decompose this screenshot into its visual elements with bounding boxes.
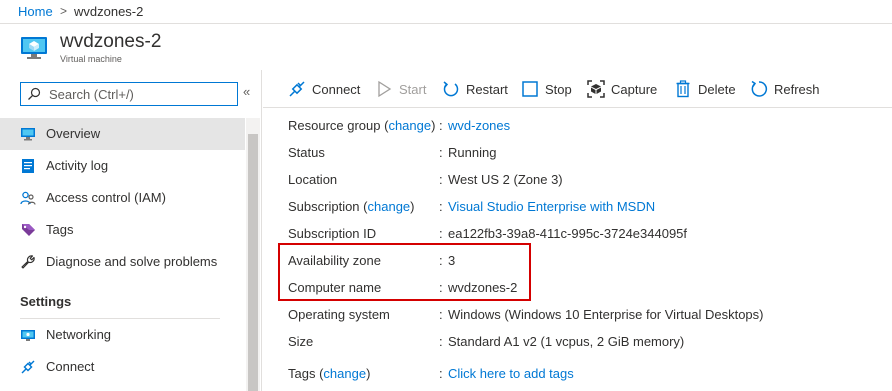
page-title: wvdzones-2 xyxy=(60,31,162,52)
breadcrumb: Home > wvdzones-2 xyxy=(0,0,892,24)
property-label: Operating system xyxy=(288,307,390,322)
sidebar-scrollbar[interactable] xyxy=(246,118,260,391)
sidebar-item-label: Diagnose and solve problems xyxy=(46,254,218,269)
toolbar-label: Start xyxy=(399,82,427,97)
property-row-subscription: Subscription (change) : Visual Studio En… xyxy=(288,199,878,219)
collapse-sidebar-button[interactable]: « xyxy=(243,84,250,99)
property-label: Resource group (change) xyxy=(288,118,436,133)
sidebar-search[interactable] xyxy=(20,82,238,106)
plug-icon xyxy=(21,360,35,374)
property-separator: : xyxy=(439,307,443,322)
sidebar-item-label: Activity log xyxy=(46,158,109,173)
breadcrumb-current: wvdzones-2 xyxy=(74,4,144,19)
property-separator: : xyxy=(439,199,443,214)
trash-icon xyxy=(676,80,690,98)
start-button[interactable]: Start xyxy=(375,80,435,100)
toolbar-label: Delete xyxy=(698,82,736,97)
monitor-icon xyxy=(21,128,35,141)
property-value: Standard A1 v2 (1 vcpus, 2 GiB memory) xyxy=(448,334,685,349)
toolbar-label: Stop xyxy=(545,82,572,97)
property-value: West US 2 (Zone 3) xyxy=(448,172,563,187)
people-icon xyxy=(20,191,36,205)
network-icon xyxy=(21,330,35,341)
change-resource-group-link[interactable]: change xyxy=(388,118,431,133)
property-value: ea122fb3-39a8-411c-995c-3724e344095f xyxy=(448,226,688,241)
activity-log-icon xyxy=(22,159,34,173)
resource-header: wvdzones-2 Virtual machine xyxy=(0,25,892,69)
property-row-size: Size : Standard A1 v2 (1 vcpus, 2 GiB me… xyxy=(288,334,878,354)
change-tags-link[interactable]: change xyxy=(323,366,366,381)
breadcrumb-home-link[interactable]: Home xyxy=(18,4,53,19)
property-row-location: Location : West US 2 (Zone 3) xyxy=(288,172,878,192)
restart-icon xyxy=(443,81,459,97)
plug-icon xyxy=(289,81,305,97)
property-value: Windows (Windows 10 Enterprise for Virtu… xyxy=(448,307,764,322)
property-label: Subscription ID xyxy=(288,226,377,241)
toolbar-label: Connect xyxy=(312,82,361,97)
property-label: Status xyxy=(288,145,325,160)
property-separator: : xyxy=(439,334,443,349)
wrench-icon xyxy=(21,255,35,269)
toolbar-label: Refresh xyxy=(774,82,820,97)
sidebar-item-label: Networking xyxy=(46,327,112,342)
property-row-resource-group: Resource group (change) : wvd-zones xyxy=(288,118,878,138)
property-row-operating-system: Operating system : Windows (Windows 10 E… xyxy=(288,307,878,327)
property-separator: : xyxy=(439,366,443,381)
subscription-link[interactable]: Visual Studio Enterprise with MSDN xyxy=(448,199,655,214)
capture-icon xyxy=(587,80,605,98)
sidebar-item-diagnose[interactable]: Diagnose and solve problems xyxy=(0,246,245,278)
stop-button[interactable]: Stop xyxy=(521,80,581,100)
property-separator: : xyxy=(439,226,443,241)
virtual-machine-icon xyxy=(21,37,47,59)
property-label: Tags (change) xyxy=(288,366,371,381)
add-tags-link[interactable]: Click here to add tags xyxy=(448,366,574,381)
toolbar-label: Capture xyxy=(611,82,658,97)
resource-group-link[interactable]: wvd-zones xyxy=(448,118,510,133)
property-separator: : xyxy=(439,118,443,133)
property-label: Subscription (change) xyxy=(288,199,415,214)
command-toolbar: Connect Start Restart Stop Capture Delet… xyxy=(263,70,892,108)
property-row-status: Status : Running xyxy=(288,145,878,165)
property-row-tags: Tags (change) : Click here to add tags xyxy=(288,366,878,386)
property-label: Size xyxy=(288,334,314,349)
breadcrumb-separator: > xyxy=(60,4,68,18)
change-subscription-link[interactable]: change xyxy=(368,199,411,214)
sidebar-item-label: Overview xyxy=(46,126,101,141)
page-subtitle: Virtual machine xyxy=(60,54,122,64)
property-separator: : xyxy=(439,145,443,160)
refresh-icon xyxy=(751,80,768,97)
sidebar-item-connect[interactable]: Connect xyxy=(0,351,245,383)
restart-button[interactable]: Restart xyxy=(442,80,522,100)
property-value: Running xyxy=(448,145,497,160)
sidebar-item-activity-log[interactable]: Activity log xyxy=(0,150,245,182)
sidebar-item-networking[interactable]: Networking xyxy=(0,319,245,351)
property-label: Location xyxy=(288,172,338,187)
tag-icon xyxy=(22,224,35,236)
sidebar-item-label: Access control (IAM) xyxy=(46,190,166,205)
sidebar: « Overview Activity log Access control (… xyxy=(0,70,262,391)
scrollbar-thumb[interactable] xyxy=(248,134,258,391)
property-separator: : xyxy=(439,172,443,187)
settings-section-heading: Settings xyxy=(20,294,72,309)
highlight-box xyxy=(278,243,531,301)
sidebar-item-label: Connect xyxy=(46,359,95,374)
play-icon xyxy=(378,80,392,98)
sidebar-item-tags[interactable]: Tags xyxy=(0,214,245,246)
search-icon xyxy=(28,87,41,100)
refresh-button[interactable]: Refresh xyxy=(750,80,830,100)
delete-button[interactable]: Delete xyxy=(674,80,744,100)
capture-button[interactable]: Capture xyxy=(587,80,667,100)
sidebar-item-access-control[interactable]: Access control (IAM) xyxy=(0,182,245,214)
toolbar-label: Restart xyxy=(466,82,508,97)
search-input[interactable] xyxy=(49,85,233,103)
sidebar-item-label: Tags xyxy=(46,222,74,237)
sidebar-item-overview[interactable]: Overview xyxy=(0,118,245,150)
connect-button[interactable]: Connect xyxy=(288,80,388,100)
stop-icon xyxy=(522,81,538,97)
